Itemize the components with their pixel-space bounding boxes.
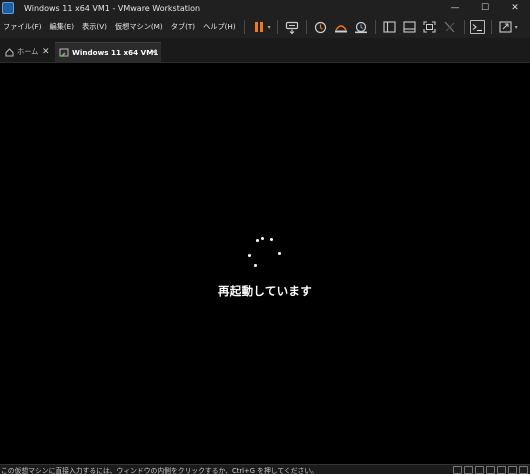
tab-vm[interactable]: Windows 11 x64 VM1 ✕	[55, 42, 161, 62]
toolbar-separator	[374, 20, 376, 34]
toolbar-separator	[276, 20, 278, 34]
device-icons	[451, 466, 528, 474]
spinner-dot	[248, 254, 252, 258]
send-ctrl-alt-del-icon[interactable]	[283, 19, 300, 36]
toolbar-separator	[490, 20, 492, 34]
sidebar-toggle-icon[interactable]	[381, 19, 398, 36]
message-icon[interactable]	[519, 466, 528, 474]
menu-edit[interactable]: 編集(E)	[46, 22, 79, 32]
menu-vm[interactable]: 仮想マシン(M)	[111, 22, 167, 32]
spinner-dot	[261, 237, 265, 241]
stretch-dropdown-caret[interactable]: ▾	[515, 24, 518, 31]
snapshot-manager-icon[interactable]	[352, 19, 369, 36]
full-screen-icon[interactable]	[421, 19, 438, 36]
pause-icon[interactable]	[250, 19, 267, 36]
maximize-button[interactable]: ☐	[470, 0, 500, 16]
menu-toolbar-bar: ファイル(F) 編集(E) 表示(V) 仮想マシン(M) タブ(T) ヘルプ(H…	[0, 16, 530, 38]
spinner-dot	[270, 238, 274, 242]
spinner-dot	[254, 264, 258, 268]
hard-disk-icon[interactable]	[453, 466, 462, 474]
thumbnail-bar-icon[interactable]	[401, 19, 418, 36]
spinner-dot	[256, 239, 260, 243]
menu-file[interactable]: ファイル(F)	[0, 22, 46, 32]
window-controls: — ☐ ✕	[440, 0, 530, 16]
toolbar-separator	[243, 20, 245, 34]
toolbar-separator	[305, 20, 307, 34]
tab-vm-close-icon[interactable]: ✕	[150, 48, 158, 58]
vm-tab-icon	[59, 48, 69, 58]
tab-bar: ホーム ✕ Windows 11 x64 VM1 ✕	[0, 38, 530, 63]
title-bar: Windows 11 x64 VM1 - VMware Workstation …	[0, 0, 530, 16]
console-icon[interactable]	[470, 20, 486, 34]
usb-icon[interactable]	[486, 466, 495, 474]
toolbar-separator	[463, 20, 465, 34]
home-icon	[4, 47, 14, 57]
status-message: この仮想マシンに直接入力するには、ウィンドウの内側をクリックするか、Ctrl+G…	[1, 467, 318, 474]
stretch-icon[interactable]	[497, 19, 514, 36]
tab-vm-label: Windows 11 x64 VM1	[72, 48, 159, 57]
unity-icon[interactable]	[441, 19, 458, 36]
status-bar: この仮想マシンに直接入力するには、ウィンドウの内側をクリックするか、Ctrl+G…	[0, 464, 530, 474]
tab-home-label: ホーム	[17, 47, 39, 56]
window-title: Windows 11 x64 VM1 - VMware Workstation	[24, 3, 201, 13]
vm-console-screen[interactable]: 再起動しています	[0, 64, 530, 464]
tab-home-close-icon[interactable]: ✕	[42, 47, 50, 57]
minimize-button[interactable]: —	[440, 0, 470, 16]
tab-home[interactable]: ホーム ✕	[0, 42, 52, 62]
display-icon[interactable]	[508, 466, 517, 474]
network-icon[interactable]	[475, 466, 484, 474]
cd-drive-icon[interactable]	[464, 466, 473, 474]
menu-help[interactable]: ヘルプ(H)	[199, 22, 240, 32]
snapshot-icon[interactable]	[312, 19, 329, 36]
vmware-app-icon[interactable]	[2, 2, 14, 14]
menu-tabs[interactable]: タブ(T)	[167, 22, 199, 32]
restarting-message: 再起動しています	[217, 284, 313, 298]
sound-icon[interactable]	[497, 466, 506, 474]
spinner-dot	[278, 252, 282, 256]
menu-view[interactable]: 表示(V)	[78, 22, 111, 32]
power-dropdown-caret[interactable]: ▾	[268, 24, 271, 31]
close-window-button[interactable]: ✕	[500, 0, 530, 16]
revert-snapshot-icon[interactable]	[332, 19, 349, 36]
